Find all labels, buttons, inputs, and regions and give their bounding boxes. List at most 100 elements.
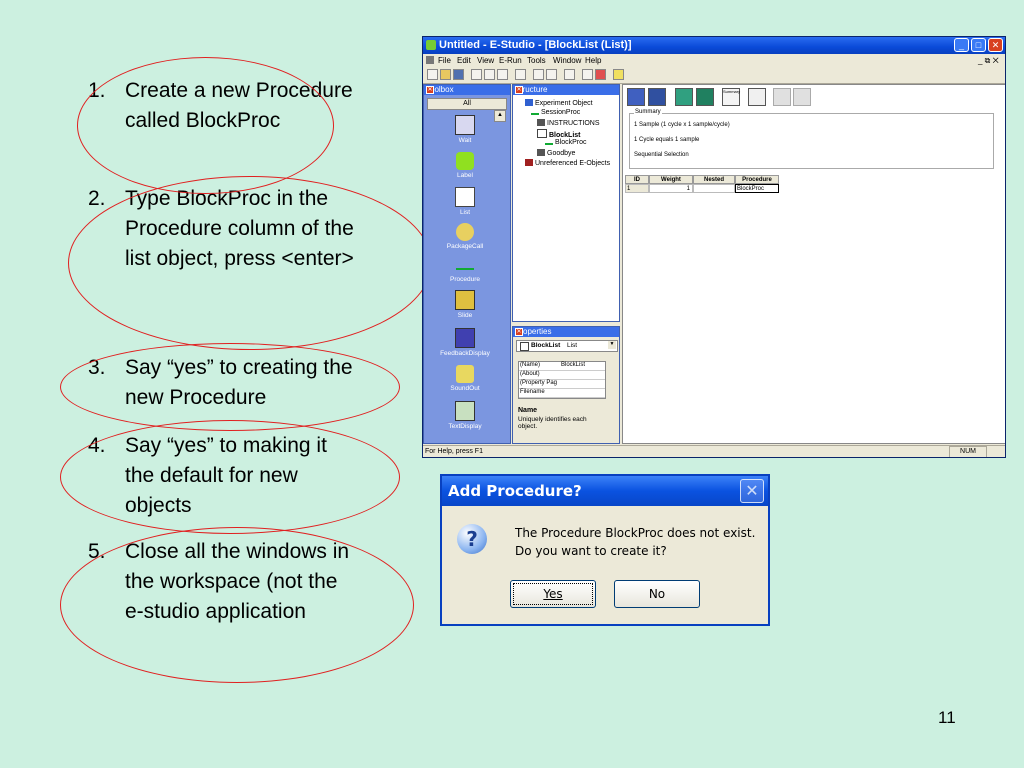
tree-node-blockproc[interactable]: BlockProc [545, 139, 587, 146]
minimize-button[interactable]: _ [954, 38, 969, 52]
summary-line: Sequential Selection [634, 152, 689, 158]
help-icon[interactable] [613, 69, 624, 80]
tool-procedure[interactable]: Procedure [430, 258, 500, 283]
help-text: Uniquely identifies each object. [518, 416, 587, 430]
no-button[interactable]: No [614, 580, 700, 608]
column-header-nested[interactable]: Nested [693, 175, 735, 184]
copy-icon[interactable] [484, 69, 495, 80]
column-header-id[interactable]: ID [625, 175, 649, 184]
dialog-title: Add Procedure? [448, 482, 582, 500]
add-multiple-levels-icon[interactable] [648, 88, 666, 106]
tool-feedbackdisplay[interactable]: FeedbackDisplay [430, 328, 500, 357]
tree-node-experiment[interactable]: Experiment Object [525, 99, 593, 107]
experiment-icon [525, 99, 533, 106]
column-header-procedure[interactable]: Procedure [735, 175, 779, 184]
app-icon [426, 40, 436, 50]
textdisplay-icon [537, 119, 545, 126]
menu-file[interactable]: File [438, 56, 451, 65]
label-icon [456, 152, 474, 170]
open-icon[interactable] [440, 69, 451, 80]
tree-node-goodbye[interactable]: Goodbye [537, 149, 575, 157]
menu-view[interactable]: View [477, 56, 494, 65]
tool-soundout[interactable]: SoundOut [430, 365, 500, 392]
menu-window[interactable]: Window [553, 56, 581, 65]
tool-packagecall[interactable]: PackageCall [430, 223, 500, 250]
maximize-button[interactable]: □ [971, 38, 986, 52]
save-icon[interactable] [453, 69, 464, 80]
generate-icon[interactable] [582, 69, 593, 80]
summary-line: 1 Cycle equals 1 sample [634, 137, 700, 143]
close-icon[interactable]: ✕ [740, 479, 764, 503]
textdisplay-icon [455, 401, 475, 421]
property-row[interactable]: (About) [519, 371, 605, 380]
column-header-weight[interactable]: Weight [649, 175, 693, 184]
undo-icon[interactable] [533, 69, 544, 80]
cell-id[interactable]: 1 [625, 184, 649, 193]
add-multiple-attributes-icon[interactable] [696, 88, 714, 106]
highlight-ellipse-3 [60, 343, 400, 431]
close-icon[interactable]: ✕ [515, 86, 523, 94]
close-icon[interactable]: ✕ [515, 328, 523, 336]
dialog-message-line2: Do you want to create it? [515, 544, 667, 558]
paste-icon[interactable] [497, 69, 508, 80]
cell-nested[interactable] [693, 184, 735, 193]
object-selector[interactable]: BlockList List ▼ [516, 340, 618, 352]
property-grid: (Name) BlockList (About) (Property Pag Fi… [518, 361, 606, 399]
summary-line: 1 Sample (1 cycle x 1 sample/cycle) [634, 122, 730, 128]
package-icon [456, 223, 474, 241]
property-row[interactable]: (Name) BlockList [519, 362, 605, 371]
tree-node-unreferenced[interactable]: Unreferenced E-Objects [525, 159, 610, 167]
dialog-titlebar[interactable]: Add Procedure? ✕ [442, 476, 768, 506]
toolbox-filter[interactable]: All [427, 98, 507, 110]
property-row[interactable]: Filename [519, 389, 605, 398]
mdi-controls[interactable]: _ ⧉ ✕ [978, 56, 999, 66]
chevron-down-icon[interactable]: ▼ [608, 341, 616, 349]
highlight-ellipse-4 [60, 420, 400, 534]
remove-level-icon[interactable] [773, 88, 791, 106]
tree-node-blocklist[interactable]: BlockList [537, 129, 581, 139]
slide-number: 11 [938, 708, 956, 727]
properties-header: Properties ✕ [513, 327, 619, 337]
add-attribute-icon[interactable] [675, 88, 693, 106]
feedback-icon [455, 328, 475, 348]
window-titlebar[interactable]: Untitled - E-Studio - [BlockList (List)]… [423, 37, 1005, 54]
summary-icon[interactable]: Summary [722, 88, 740, 106]
menu-bar: File Edit View E-Run Tools Window Help _… [423, 54, 1005, 67]
list-icon [455, 187, 475, 207]
toolbox-panel: Toolbox ✕ All ▲ Wait Label List PackageC… [423, 84, 511, 444]
delete-icon[interactable] [515, 69, 526, 80]
property-row[interactable]: (Property Pag [519, 380, 605, 389]
properties-icon[interactable] [564, 69, 575, 80]
structure-header: Structure ✕ [513, 85, 619, 95]
tool-textdisplay[interactable]: TextDisplay [430, 401, 500, 430]
menu-edit[interactable]: Edit [457, 56, 471, 65]
tool-slide[interactable]: Slide [430, 290, 500, 319]
yes-button[interactable]: Yes [510, 580, 596, 608]
highlight-ellipse-5 [60, 527, 414, 683]
run-icon[interactable] [595, 69, 606, 80]
menu-help[interactable]: Help [585, 56, 601, 65]
cell-weight[interactable]: 1 [649, 184, 693, 193]
tool-wait[interactable]: Wait [430, 115, 500, 144]
cut-icon[interactable] [471, 69, 482, 80]
new-icon[interactable] [427, 69, 438, 80]
redo-icon[interactable] [546, 69, 557, 80]
list-editor: Summary Summary 1 Sample (1 cycle x 1 sa… [622, 84, 1005, 444]
tree-node-instructions[interactable]: INSTRUCTIONS [537, 119, 600, 127]
menu-tools[interactable]: Tools [527, 56, 546, 65]
tool-list[interactable]: List [430, 187, 500, 216]
close-button[interactable]: ✕ [988, 38, 1003, 52]
tree-node-sessionproc[interactable]: SessionProc [531, 109, 580, 116]
main-toolbar [423, 67, 1005, 84]
remove-attribute-icon[interactable] [793, 88, 811, 106]
cell-procedure[interactable]: BlockProc [735, 184, 779, 193]
menu-erun[interactable]: E-Run [499, 56, 522, 65]
structure-panel: Structure ✕ Experiment Object SessionPro… [512, 84, 620, 322]
mdi-doc-icon[interactable] [426, 56, 434, 64]
properties-icon[interactable] [748, 88, 766, 106]
slide-icon [455, 290, 475, 310]
summary-box: Summary 1 Sample (1 cycle x 1 sample/cyc… [629, 109, 994, 169]
tool-label[interactable]: Label [430, 152, 500, 179]
add-level-icon[interactable] [627, 88, 645, 106]
close-icon[interactable]: ✕ [426, 86, 434, 94]
